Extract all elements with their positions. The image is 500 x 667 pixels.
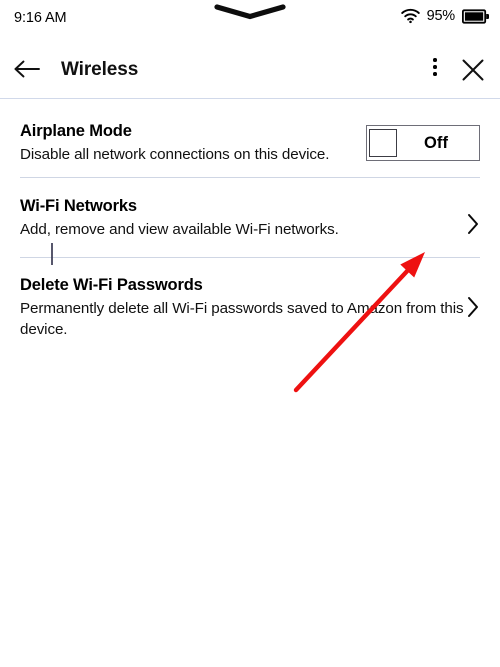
text-cursor-artifact: [51, 243, 53, 265]
settings-list: Airplane Mode Disable all network connec…: [0, 99, 500, 338]
list-item-airplane-mode[interactable]: Airplane Mode Disable all network connec…: [0, 99, 500, 178]
page-title: Wireless: [61, 59, 139, 80]
row-text: Airplane Mode Disable all network connec…: [20, 121, 366, 165]
row-accessory: [466, 196, 480, 236]
chevron-down-handle-icon[interactable]: [214, 4, 286, 22]
row-title: Wi-Fi Networks: [20, 197, 137, 215]
battery-percent-label: 95%: [426, 8, 456, 24]
chevron-right-icon[interactable]: [466, 295, 480, 319]
status-time: 9:16 AM: [14, 10, 67, 26]
row-title: Airplane Mode: [20, 122, 132, 140]
chevron-right-icon[interactable]: [466, 212, 480, 236]
overflow-dot: [433, 58, 437, 62]
row-accessory: [466, 275, 480, 319]
row-subtitle: Add, remove and view available Wi-Fi net…: [20, 220, 339, 238]
status-indicators: 95%: [400, 8, 489, 24]
list-item-delete-wifi-passwords[interactable]: Delete Wi-Fi Passwords Permanently delet…: [0, 257, 500, 338]
back-arrow-icon[interactable]: [13, 57, 41, 81]
row-text: Delete Wi-Fi Passwords Permanently delet…: [20, 275, 466, 341]
status-bar: 9:16 AM 95%: [0, 0, 500, 40]
close-icon[interactable]: [460, 57, 486, 83]
toggle-knob: [369, 129, 397, 157]
list-item-wifi-networks[interactable]: Wi-Fi Networks Add, remove and view avai…: [0, 178, 500, 258]
overflow-menu-icon[interactable]: [424, 58, 446, 82]
toggle-state-label: Off: [423, 133, 449, 152]
row-subtitle: Disable all network connections on this …: [20, 145, 330, 163]
page-header: Wireless: [0, 40, 500, 98]
overflow-dot: [433, 72, 437, 76]
row-title: Delete Wi-Fi Passwords: [20, 276, 203, 294]
row-text: Wi-Fi Networks Add, remove and view avai…: [20, 196, 466, 240]
row-subtitle: Permanently delete all Wi-Fi passwords s…: [20, 299, 464, 339]
overflow-dot: [433, 65, 437, 69]
airplane-mode-toggle[interactable]: Off: [366, 125, 480, 161]
row-accessory: Off: [366, 121, 480, 161]
wifi-icon: [400, 8, 420, 24]
battery-icon: [462, 8, 489, 24]
